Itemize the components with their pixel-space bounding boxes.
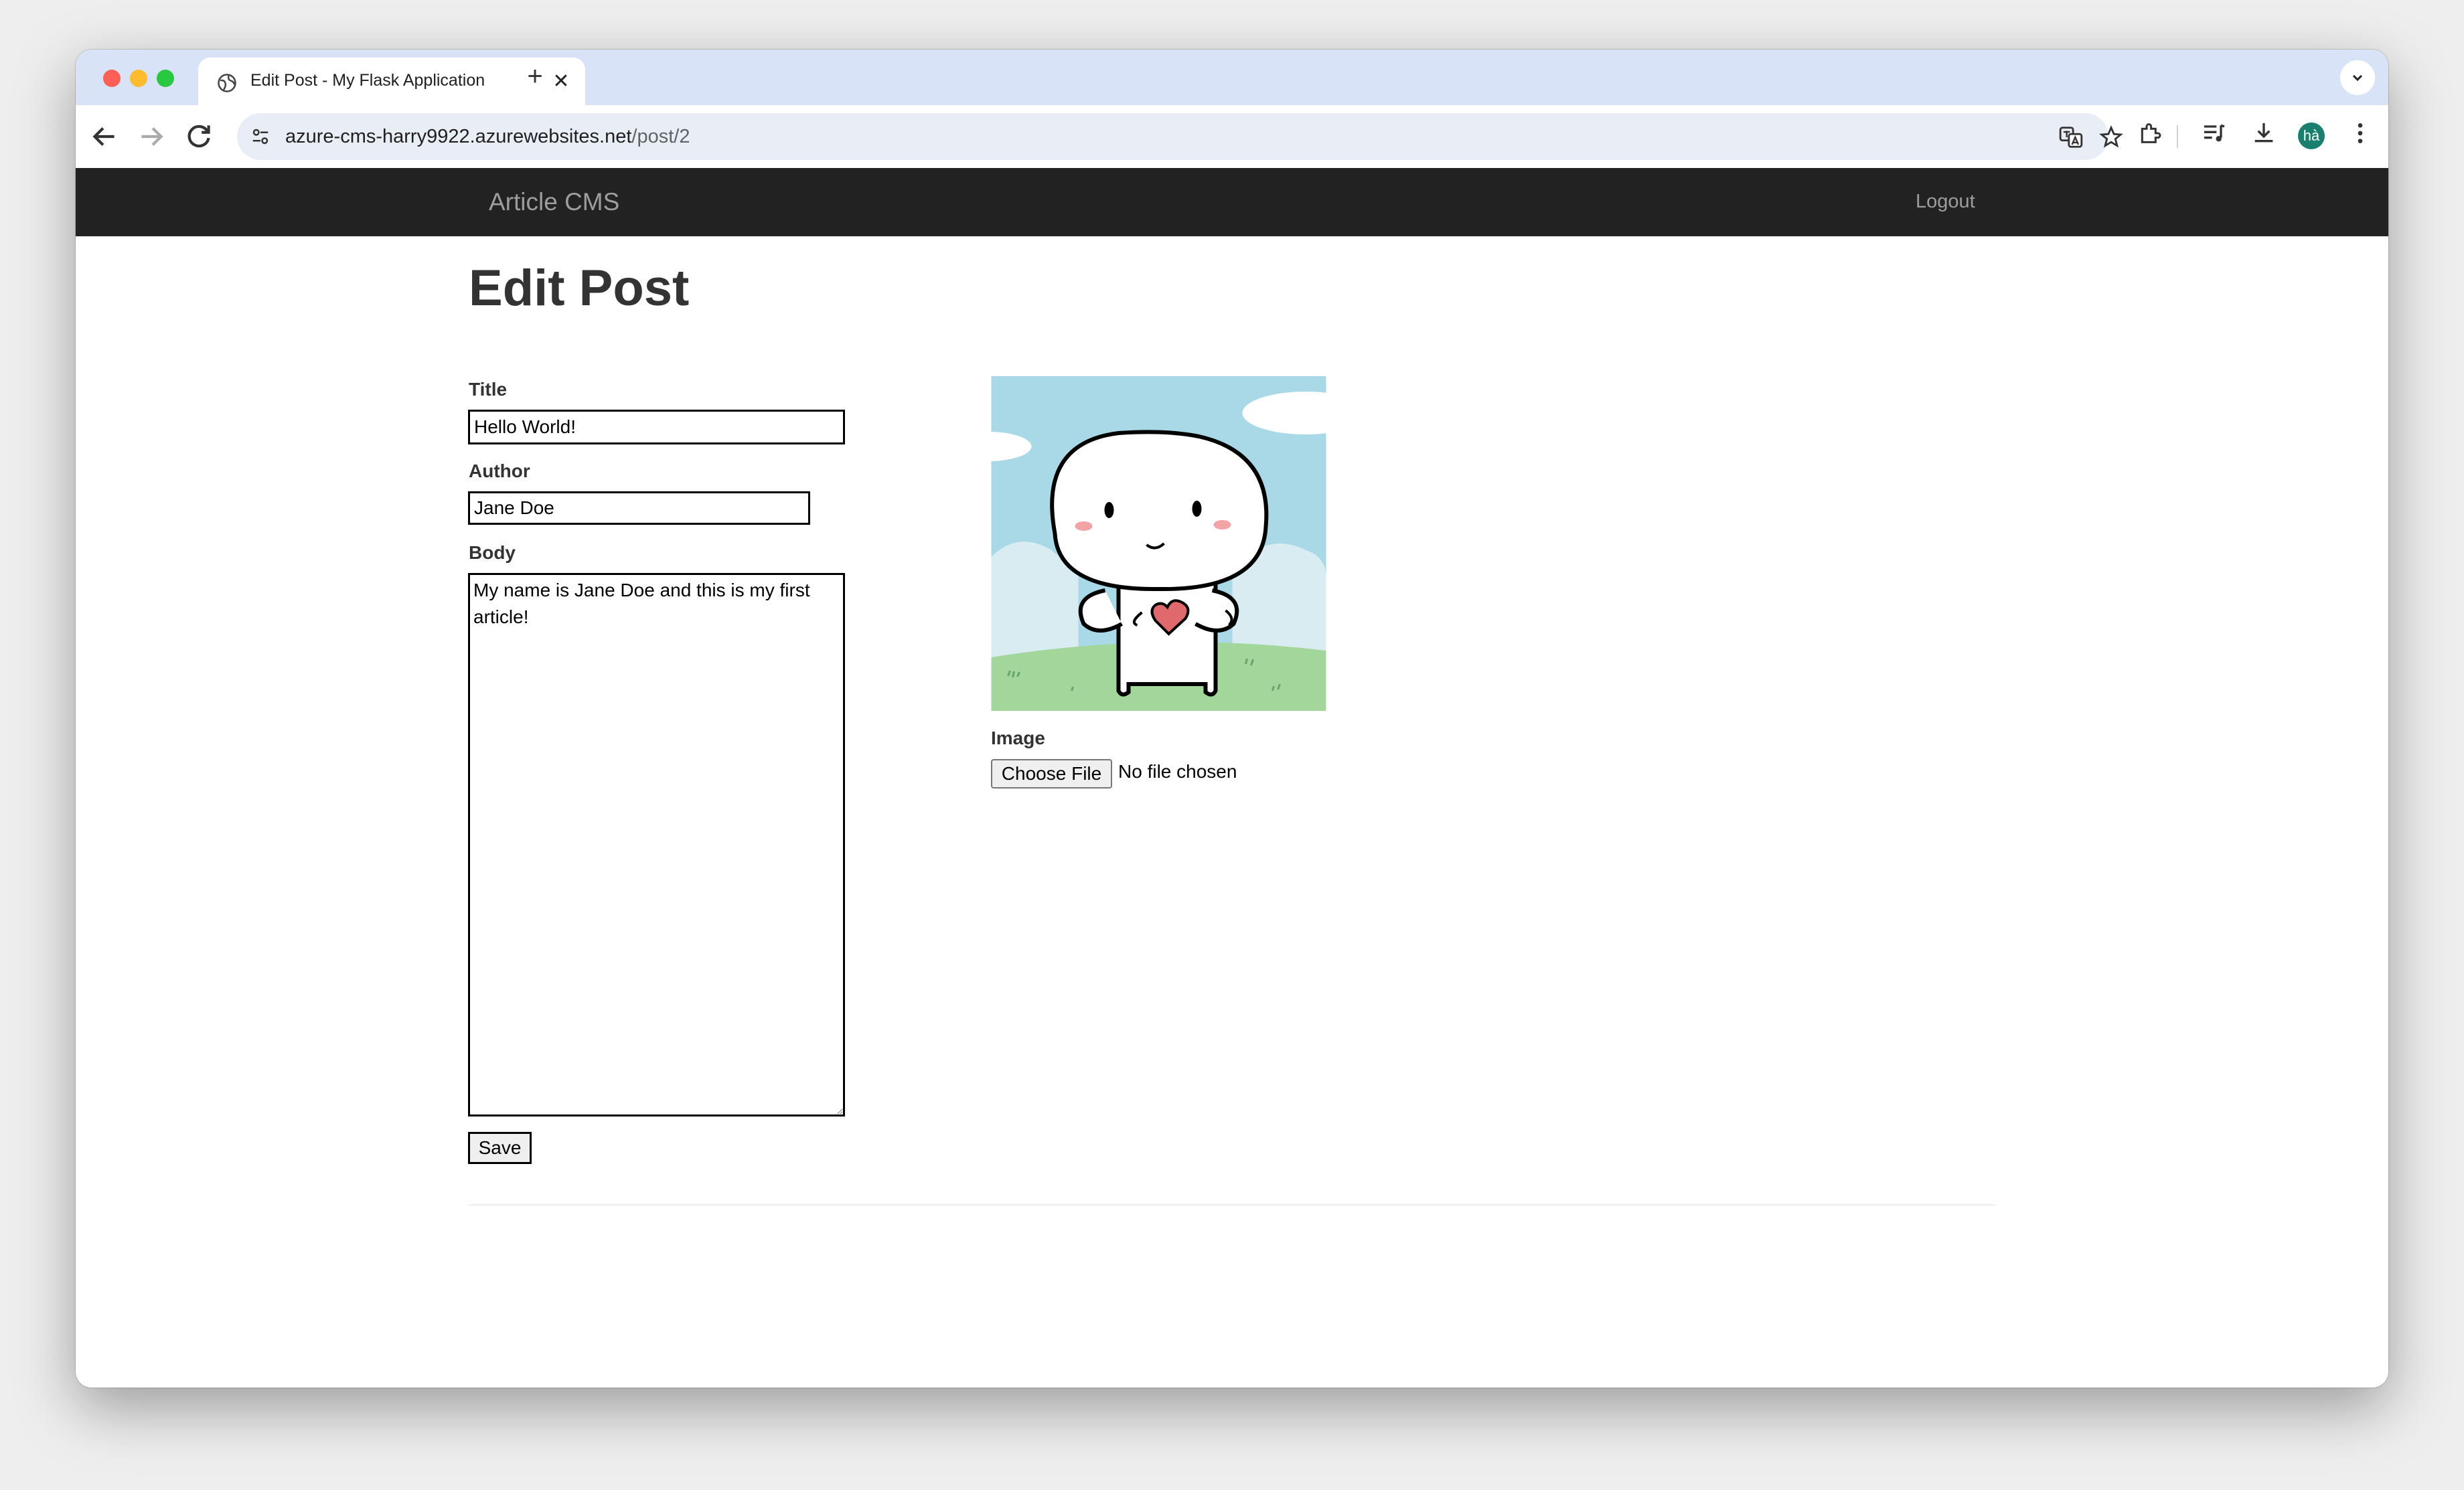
chevron-down-icon	[2352, 74, 2363, 82]
site-navbar: Article CMS Logout	[76, 168, 2388, 236]
url-text[interactable]: azure-cms-harry9922.azurewebsites.net/po…	[285, 126, 690, 148]
address-bar[interactable]: azure-cms-harry9922.azurewebsites.net/po…	[237, 113, 2123, 160]
window-minimize-button[interactable]	[130, 70, 147, 87]
reload-icon[interactable]	[182, 120, 216, 153]
brand-link[interactable]: Article CMS	[489, 188, 619, 216]
translate-icon[interactable]	[2058, 125, 2084, 150]
body-textarea[interactable]: My name is Jane Doe and this is my first…	[468, 573, 845, 1116]
kebab-menu-icon[interactable]	[2347, 120, 2374, 147]
save-button[interactable]: Save	[468, 1132, 532, 1164]
file-status-text: No file chosen	[1118, 761, 1237, 782]
body-label: Body	[469, 542, 516, 563]
footer-divider	[469, 1204, 1995, 1206]
new-tab-button[interactable]: +	[522, 63, 548, 90]
url-path: /post/2	[631, 126, 690, 147]
url-host: azure-cms-harry9922.azurewebsites.net	[285, 126, 632, 147]
logout-link[interactable]: Logout	[1916, 191, 1975, 213]
tab-search-button[interactable]	[2340, 60, 2375, 95]
toolbar-divider	[2177, 125, 2178, 148]
profile-avatar[interactable]: hà	[2298, 122, 2325, 149]
globe-icon	[218, 74, 236, 92]
browser-window: Edit Post - My Flask Application ✕ + azu…	[76, 50, 2388, 1388]
choose-file-button[interactable]: Choose File	[991, 759, 1112, 789]
tab-close-icon[interactable]: ✕	[551, 70, 571, 93]
forward-arrow-icon[interactable]	[135, 120, 168, 153]
bookmark-star-icon[interactable]	[2098, 125, 2124, 150]
tab-strip: Edit Post - My Flask Application ✕ +	[76, 50, 2388, 105]
back-arrow-icon[interactable]	[88, 120, 121, 153]
post-image-preview	[991, 376, 1326, 711]
window-zoom-button[interactable]	[157, 70, 174, 87]
title-input[interactable]	[468, 410, 845, 444]
title-label: Title	[469, 379, 508, 400]
site-settings-icon[interactable]	[250, 127, 271, 147]
tab-title: Edit Post - My Flask Application	[250, 71, 518, 90]
page-content: Article CMS Logout Edit Post Title Autho…	[76, 168, 2388, 1388]
page-title: Edit Post	[469, 260, 690, 317]
author-label: Author	[469, 461, 530, 481]
image-label: Image	[991, 728, 1045, 748]
browser-toolbar: azure-cms-harry9922.azurewebsites.net/po…	[76, 105, 2388, 168]
window-close-button[interactable]	[103, 70, 121, 87]
download-icon[interactable]	[2250, 120, 2277, 147]
media-playlist-icon[interactable]	[2201, 120, 2228, 147]
extensions-puzzle-icon[interactable]	[2137, 120, 2163, 147]
author-input[interactable]	[468, 491, 810, 525]
